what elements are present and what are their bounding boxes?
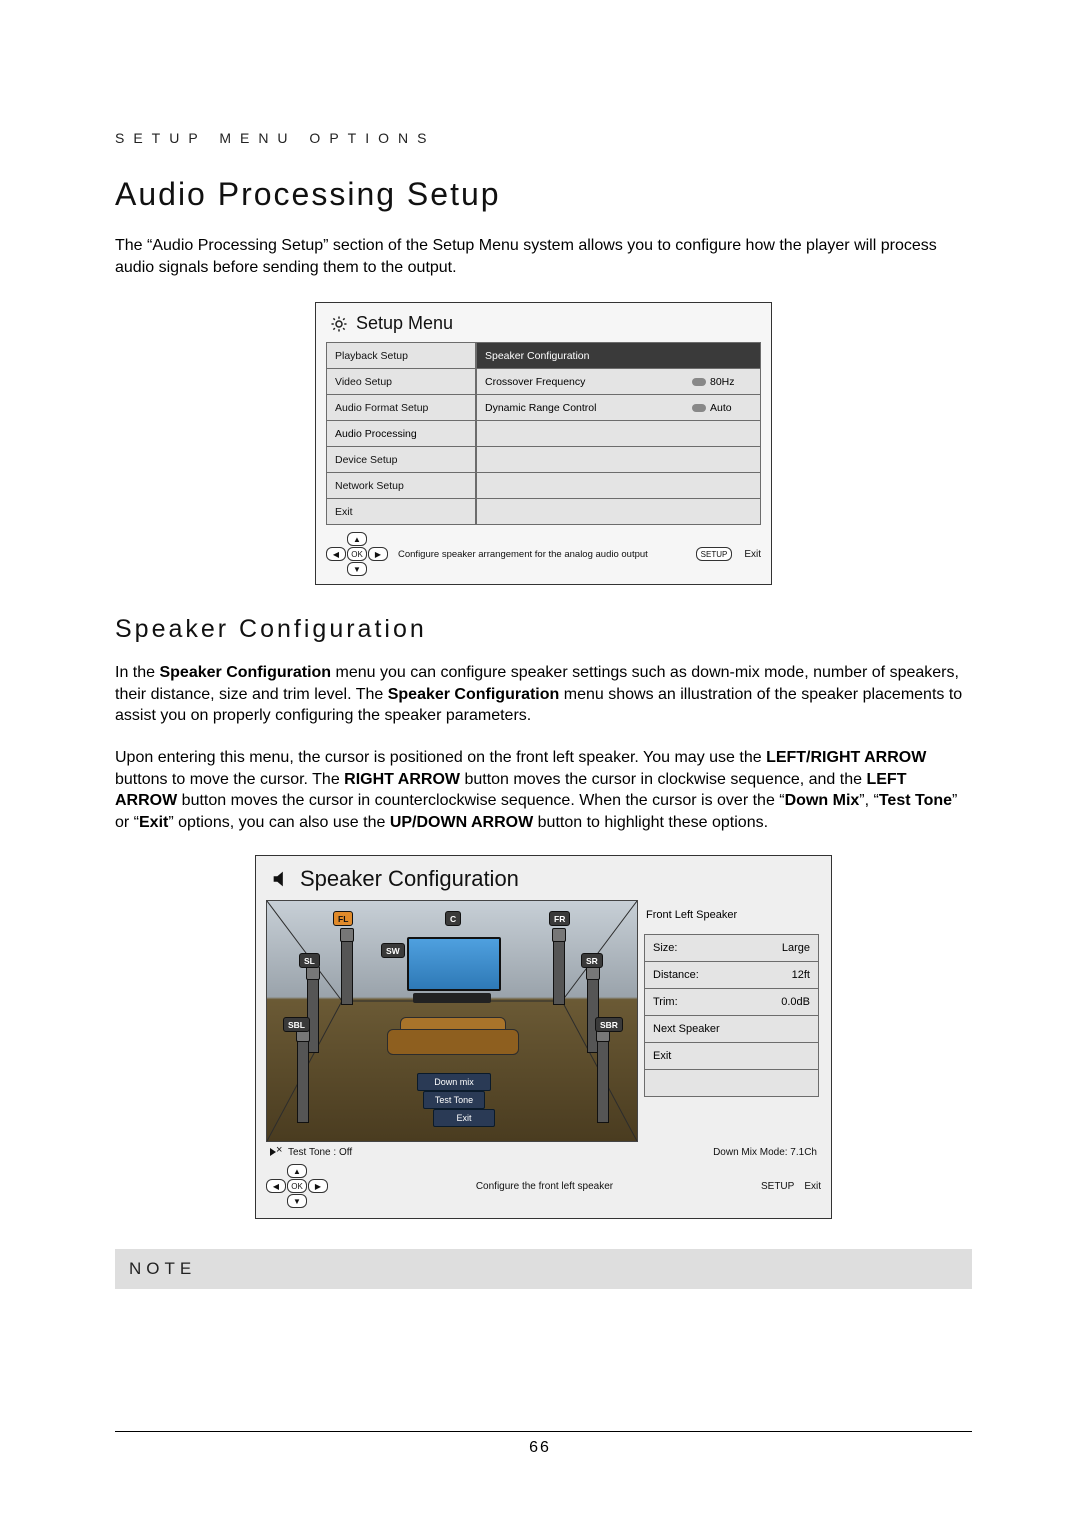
menu-item-network[interactable]: Network Setup <box>326 472 476 499</box>
dpad-down[interactable]: ▼ <box>347 562 367 576</box>
slider-pill-icon <box>692 378 706 386</box>
submenu-blank <box>476 420 761 447</box>
setup-button[interactable]: SETUP <box>696 547 733 561</box>
setup-button[interactable]: SETUP <box>761 1181 794 1192</box>
setup-menu-left-col: Playback Setup Video Setup Audio Format … <box>326 342 476 524</box>
menu-item-device[interactable]: Device Setup <box>326 446 476 473</box>
speaker-config-paragraph-1: In the Speaker Configuration menu you ca… <box>115 662 972 727</box>
note-heading-bar: NOTE <box>115 1249 972 1289</box>
speaker-label-sl[interactable]: SL <box>299 953 320 968</box>
intro-paragraph: The “Audio Processing Setup” section of … <box>115 235 972 278</box>
speaker-status-bar: Test Tone : Off Down Mix Mode: 7.1Ch <box>256 1142 831 1158</box>
option-testtone[interactable]: Test Tone <box>423 1091 485 1109</box>
dpad-down[interactable]: ▼ <box>287 1194 307 1208</box>
submenu-label: Crossover Frequency <box>485 376 682 388</box>
dpad-left[interactable]: ◀ <box>326 547 346 561</box>
submenu-label: Speaker Configuration <box>485 350 752 362</box>
prop-exit[interactable]: Exit <box>644 1042 819 1070</box>
speaker-icon <box>270 868 292 890</box>
submenu-value: Auto <box>692 402 752 414</box>
tv-illustration <box>407 937 501 991</box>
setup-menu-screenshot: Setup Menu Playback Setup Video Setup Au… <box>315 302 772 585</box>
submenu-speaker-config[interactable]: Speaker Configuration <box>476 342 761 369</box>
prop-blank <box>644 1069 819 1097</box>
submenu-blank <box>476 498 761 525</box>
submenu-blank <box>476 472 761 499</box>
speaker-label-fr[interactable]: FR <box>549 911 570 926</box>
speaker-label-fl[interactable]: FL <box>333 911 353 926</box>
prop-distance[interactable]: Distance:12ft <box>644 961 819 989</box>
section-heading-speaker-config: Speaker Configuration <box>115 615 972 644</box>
couch-illustration <box>382 1009 522 1059</box>
prop-trim[interactable]: Trim:0.0dB <box>644 988 819 1016</box>
page-rule <box>115 1431 972 1432</box>
dpad-left[interactable]: ◀ <box>266 1179 286 1193</box>
submenu-drc[interactable]: Dynamic Range Control Auto <box>476 394 761 421</box>
pillar-sbr <box>597 1033 609 1123</box>
dpad-nav-cluster: ▲ ◀ OK ▶ ▼ <box>266 1164 328 1208</box>
speaker-config-screenshot: Speaker Configuration <box>255 855 832 1219</box>
footer-hint: Configure speaker arrangement for the an… <box>398 549 686 560</box>
page-number: 66 <box>0 1439 1080 1457</box>
speaker-properties-panel: Front Left Speaker Size:Large Distance:1… <box>638 900 821 1142</box>
setup-menu-footer: ▲ ◀ OK ▶ ▼ Configure speaker arrangement… <box>316 528 771 584</box>
dpad-right[interactable]: ▶ <box>368 547 388 561</box>
submenu-crossover[interactable]: Crossover Frequency 80Hz <box>476 368 761 395</box>
speaker-label-sbl[interactable]: SBL <box>283 1017 310 1032</box>
dpad-ok[interactable]: OK <box>347 547 367 561</box>
footer-exit-label: Exit <box>804 1181 821 1192</box>
speaker-label-sw[interactable]: SW <box>381 943 405 958</box>
submenu-value: 80Hz <box>692 376 752 388</box>
dpad-ok[interactable]: OK <box>287 1179 307 1193</box>
setup-menu-right-col: Speaker Configuration Crossover Frequenc… <box>476 342 761 524</box>
dpad-up[interactable]: ▲ <box>287 1164 307 1178</box>
speaker-config-title: Speaker Configuration <box>256 856 831 900</box>
option-exit[interactable]: Exit <box>433 1109 495 1127</box>
option-downmix[interactable]: Down mix <box>417 1073 491 1091</box>
panel-heading: Front Left Speaker <box>644 900 819 930</box>
page-heading: Audio Processing Setup <box>115 176 972 213</box>
menu-item-exit[interactable]: Exit <box>326 498 476 525</box>
speaker-label-c[interactable]: C <box>445 911 461 926</box>
menu-item-audio-format[interactable]: Audio Format Setup <box>326 394 476 421</box>
submenu-blank <box>476 446 761 473</box>
muted-icon <box>270 1146 284 1158</box>
footer-exit-label: Exit <box>744 549 761 560</box>
dpad-up[interactable]: ▲ <box>347 532 367 546</box>
speaker-config-paragraph-2: Upon entering this menu, the cursor is p… <box>115 747 972 833</box>
prop-size[interactable]: Size:Large <box>644 934 819 962</box>
shelf-illustration <box>413 993 491 1003</box>
status-downmixmode: Down Mix Mode: 7.1Ch <box>713 1147 817 1158</box>
status-testtone: Test Tone : Off <box>288 1147 352 1158</box>
speaker-room-illustration: FL C FR SW SL SR SBL SBR Down mix Test T… <box>266 900 638 1142</box>
note-label: NOTE <box>129 1259 196 1279</box>
prop-next-speaker[interactable]: Next Speaker <box>644 1015 819 1043</box>
pillar-sbl <box>297 1033 309 1123</box>
menu-item-audio-processing[interactable]: Audio Processing <box>326 420 476 447</box>
menu-item-video[interactable]: Video Setup <box>326 368 476 395</box>
slider-pill-icon <box>692 404 706 412</box>
submenu-label: Dynamic Range Control <box>485 402 682 414</box>
dpad-right[interactable]: ▶ <box>308 1179 328 1193</box>
gear-icon <box>330 315 348 333</box>
pillar-fl <box>341 933 353 1005</box>
dpad-nav-cluster: ▲ ◀ OK ▶ ▼ <box>326 532 388 576</box>
setup-menu-titlebar: Setup Menu <box>316 303 771 342</box>
pillar-fr <box>553 933 565 1005</box>
footer-hint: Configure the front left speaker <box>338 1181 751 1192</box>
section-kicker: SETUP MENU OPTIONS <box>115 130 972 146</box>
setup-menu-heading: Setup Menu <box>356 313 453 334</box>
menu-item-playback[interactable]: Playback Setup <box>326 342 476 369</box>
speaker-label-sbr[interactable]: SBR <box>595 1017 623 1032</box>
speaker-label-sr[interactable]: SR <box>581 953 603 968</box>
speaker-footer: ▲ ◀ OK ▶ ▼ Configure the front left spea… <box>256 1158 831 1218</box>
